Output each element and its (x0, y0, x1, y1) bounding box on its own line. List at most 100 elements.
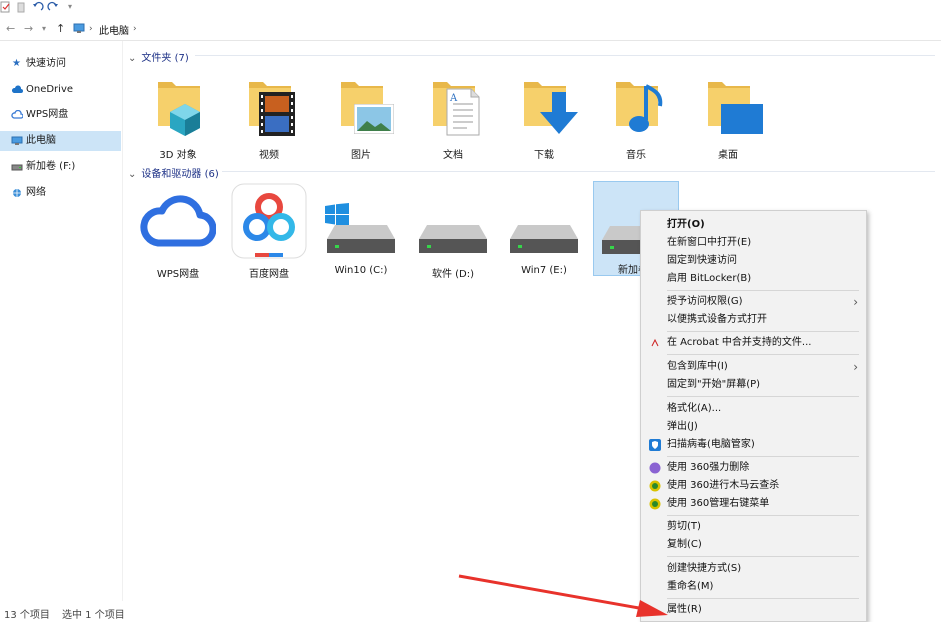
folder-desktop[interactable]: 桌面 (688, 62, 768, 162)
properties-icon[interactable] (0, 1, 12, 13)
folder-documents[interactable]: A 文档 (413, 62, 493, 162)
menu-item-format[interactable]: 格式化(A)... (641, 400, 866, 418)
recent-dropdown-icon[interactable]: ▾ (42, 23, 46, 35)
hard-drive-icon (327, 225, 395, 253)
redo-icon[interactable] (47, 1, 59, 13)
menu-item-label: 固定到"开始"屏幕(P) (667, 379, 761, 390)
breadcrumb-chevron-icon: › (89, 24, 93, 34)
folder-pictures[interactable]: 图片 (321, 62, 401, 162)
menu-item-open-portable[interactable]: 以便携式设备方式打开 (641, 311, 866, 329)
menu-item-label: 在 Acrobat 中合并支持的文件... (667, 337, 812, 348)
annotation-arrow-icon (458, 574, 668, 617)
menu-item-pin-quick-access[interactable]: 固定到快速访问 (641, 252, 866, 270)
breadcrumb-chevron-icon[interactable]: › (133, 23, 137, 35)
menu-item-rename[interactable]: 重命名(M) (641, 578, 866, 596)
menu-item-label: 格式化(A)... (667, 403, 722, 414)
device-win7-e[interactable]: Win7 (E:) (504, 181, 584, 281)
menu-item-label: 复制(C) (667, 539, 702, 550)
quick-access-toolbar: ▾ (0, 0, 941, 16)
menu-separator (667, 556, 859, 557)
folder-downloads[interactable]: 下载 (504, 62, 584, 162)
menu-separator (667, 396, 859, 397)
menu-item-include-library[interactable]: 包含到库中(I) › (641, 358, 866, 376)
sidebar-item-new-volume[interactable]: 新加卷 (F:) (0, 157, 121, 177)
customize-dropdown-icon[interactable]: ▾ (68, 1, 72, 13)
device-label: 软件 (D:) (431, 269, 475, 280)
menu-item-open-new-window[interactable]: 在新窗口中打开(E) (641, 234, 866, 252)
menu-separator (667, 598, 859, 599)
hard-drive-icon (419, 225, 487, 253)
menu-item-label: 扫描病毒(电脑管家) (667, 439, 755, 450)
sidebar-item-label: OneDrive (26, 84, 74, 95)
this-pc-icon (73, 23, 85, 33)
menu-item-label: 重命名(M) (667, 581, 714, 592)
folder-label: 下载 (534, 150, 554, 161)
3d-cube-icon (170, 104, 200, 136)
device-software-d[interactable]: 软件 (D:) (413, 181, 493, 281)
desktop-icon (721, 104, 763, 134)
cloud-icon (11, 85, 23, 93)
menu-item-create-shortcut[interactable]: 创建快捷方式(S) (641, 560, 866, 578)
menu-item-open[interactable]: 打开(O) (641, 216, 866, 234)
collapse-chevron-icon[interactable]: ⌄ (128, 53, 136, 64)
sidebar-item-label: 新加卷 (F:) (26, 161, 76, 172)
menu-item-give-access[interactable]: 授予访问权限(G) › (641, 293, 866, 311)
sidebar-item-network[interactable]: 网络 (0, 183, 121, 203)
undo-icon[interactable] (32, 1, 44, 13)
selected-count: 选中 1 个项目 (62, 610, 125, 621)
submenu-chevron-icon: › (853, 360, 858, 374)
menu-item-label: 在新窗口中打开(E) (667, 237, 752, 248)
menu-item-label: 启用 BitLocker(B) (667, 273, 752, 284)
breadcrumb[interactable]: 此电脑 (99, 22, 129, 37)
new-folder-icon[interactable] (16, 1, 28, 13)
back-arrow-icon[interactable]: ← (6, 23, 15, 35)
star-icon: ★ (12, 58, 21, 69)
folder-videos[interactable]: 视频 (229, 62, 309, 162)
shield-icon (649, 439, 661, 451)
devices-group-header[interactable]: ⌄ 设备和驱动器 (6) (128, 165, 219, 180)
device-label: Win7 (E:) (521, 265, 567, 276)
group-divider (222, 171, 935, 172)
folder-label: 音乐 (626, 150, 646, 161)
menu-separator (667, 354, 859, 355)
menu-item-eject[interactable]: 弹出(J) (641, 418, 866, 436)
hard-drive-icon (510, 225, 578, 253)
menu-item-properties[interactable]: 属性(R) (641, 601, 866, 619)
drive-icon (11, 164, 23, 171)
menu-item-scan-virus[interactable]: 扫描病毒(电脑管家) (641, 436, 866, 454)
folder-music[interactable]: 音乐 (596, 62, 676, 162)
device-win10-c[interactable]: Win10 (C:) (321, 181, 401, 281)
menu-separator (667, 290, 859, 291)
sidebar-item-wps-drive[interactable]: WPS网盘 (0, 105, 121, 125)
collapse-chevron-icon[interactable]: ⌄ (128, 169, 136, 180)
sidebar-item-this-pc[interactable]: 此电脑 (0, 131, 121, 151)
menu-item-label: 使用 360强力删除 (667, 462, 750, 473)
folder-label: 视频 (259, 150, 279, 161)
menu-item-cut[interactable]: 剪切(T) (641, 518, 866, 536)
up-arrow-icon[interactable]: ↑ (56, 23, 65, 35)
menu-item-pin-start[interactable]: 固定到"开始"屏幕(P) (641, 376, 866, 394)
menu-item-360-force-delete[interactable]: 使用 360强力删除 (641, 459, 866, 477)
folder-label: 图片 (351, 150, 371, 161)
menu-item-acrobat-combine[interactable]: 在 Acrobat 中合并支持的文件... (641, 334, 866, 352)
folder-label: 3D 对象 (159, 150, 197, 161)
forward-arrow-icon[interactable]: → (24, 23, 33, 35)
menu-item-bitlocker[interactable]: 启用 BitLocker(B) (641, 270, 866, 288)
menu-item-label: 授予访问权限(G) (667, 296, 743, 307)
folder-3d-objects[interactable]: 3D 对象 (138, 62, 218, 162)
music-note-icon (629, 84, 663, 132)
menu-item-label: 以便携式设备方式打开 (667, 314, 767, 325)
sidebar-item-quick-access[interactable]: ★ 快速访问 (0, 54, 121, 74)
menu-item-label: 创建快捷方式(S) (667, 563, 742, 574)
menu-item-copy[interactable]: 复制(C) (641, 536, 866, 554)
device-wps-drive[interactable]: WPS网盘 (138, 181, 218, 281)
sidebar-item-label: 网络 (26, 187, 46, 198)
menu-item-360-manage-menu[interactable]: 使用 360管理右键菜单 (641, 495, 866, 513)
device-baidu-drive[interactable]: 百度网盘 (229, 181, 309, 281)
menu-item-label: 使用 360管理右键菜单 (667, 498, 770, 509)
menu-item-label: 弹出(J) (667, 421, 698, 432)
sidebar-item-onedrive[interactable]: OneDrive (0, 80, 121, 100)
navigation-bar: ← → ▾ ↑ › 此电脑 › (0, 18, 941, 41)
menu-item-360-trojan-scan[interactable]: 使用 360进行木马云查杀 (641, 477, 866, 495)
item-count: 13 个项目 (4, 610, 50, 621)
